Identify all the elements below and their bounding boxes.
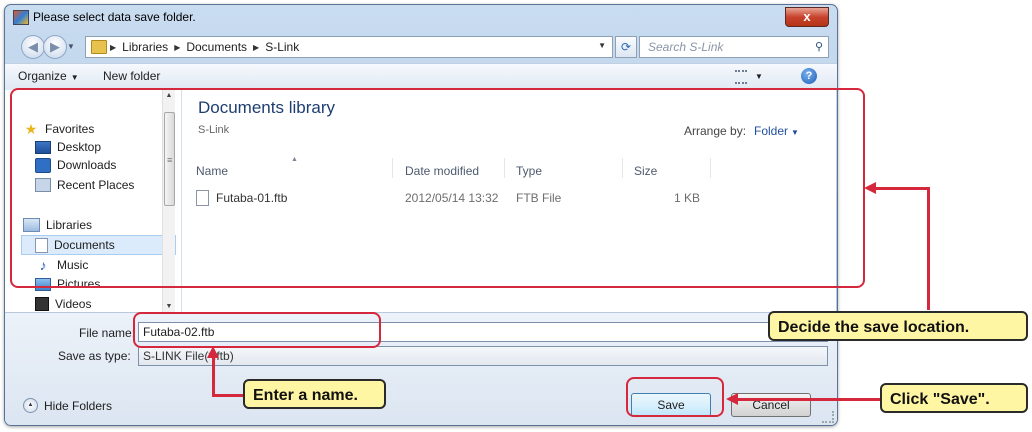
chevron-right-icon[interactable]: ▶	[253, 43, 259, 52]
address-bar[interactable]: ▶ Libraries ▶ Documents ▶ S-Link ▼	[85, 36, 613, 58]
help-icon[interactable]: ?	[801, 68, 817, 84]
save-arrow-line	[736, 398, 882, 401]
hide-folders-button[interactable]: ▲ Hide Folders	[23, 398, 112, 413]
cancel-button[interactable]: Cancel	[731, 393, 811, 417]
search-icon[interactable]: ⚲	[815, 40, 823, 53]
address-dropdown-icon[interactable]: ▼	[598, 41, 606, 50]
window-title: Please select data save folder.	[33, 10, 196, 24]
close-button[interactable]: x	[785, 7, 829, 27]
organize-button[interactable]: Organize ▼	[18, 69, 79, 83]
scroll-down-icon[interactable]: ▼	[163, 303, 175, 310]
chevron-right-icon[interactable]: ▶	[174, 43, 180, 52]
chevron-down-icon: ▼	[70, 73, 79, 82]
save-arrowhead-icon	[726, 393, 738, 405]
file-name-highlight	[133, 312, 381, 348]
back-arrow-icon: ◀	[28, 39, 38, 54]
nav-videos[interactable]: Videos	[35, 295, 91, 312]
view-dropdown-icon[interactable]: ▼	[755, 72, 763, 81]
crumb-libraries[interactable]: Libraries	[122, 40, 168, 54]
recent-locations-dropdown[interactable]: ▼	[67, 42, 75, 51]
save-location-highlight	[10, 88, 865, 288]
location-arrow-line	[876, 187, 930, 190]
chevron-right-icon[interactable]: ▶	[110, 43, 116, 52]
app-icon	[13, 10, 29, 25]
name-arrow-line	[212, 394, 244, 397]
new-folder-button[interactable]: New folder	[103, 69, 160, 83]
videos-icon	[35, 297, 49, 311]
save-type-label: Save as type:	[58, 349, 131, 363]
name-arrow-stem	[212, 356, 215, 396]
location-arrowhead-icon	[864, 182, 876, 194]
refresh-button[interactable]: ⟳	[615, 36, 637, 58]
folder-icon	[91, 40, 107, 54]
refresh-icon: ⟳	[620, 40, 632, 54]
address-row: ◀ ▶ ▼ ▶ Libraries ▶ Documents ▶ S-Link ▼…	[5, 33, 837, 63]
search-placeholder: Search S-Link	[648, 40, 724, 54]
location-arrow-stem	[927, 187, 930, 310]
callout-enter-name: Enter a name.	[243, 379, 386, 409]
crumb-s-link[interactable]: S-Link	[265, 40, 299, 54]
back-button[interactable]: ◀	[21, 35, 45, 59]
title-bar: Please select data save folder. x	[5, 5, 837, 29]
toolbar: Organize ▼ New folder ▼ ?	[5, 63, 837, 91]
callout-save-location: Decide the save location.	[768, 311, 1028, 341]
forward-button[interactable]: ▶	[43, 35, 67, 59]
collapse-up-icon: ▲	[23, 398, 38, 413]
crumb-documents[interactable]: Documents	[186, 40, 247, 54]
view-options-icon[interactable]	[735, 70, 747, 84]
breadcrumb: ▶ Libraries ▶ Documents ▶ S-Link	[110, 40, 299, 54]
name-arrowhead-icon	[207, 346, 219, 358]
save-button-highlight	[626, 377, 724, 417]
resize-grip-icon[interactable]	[822, 411, 834, 423]
search-input[interactable]: Search S-Link ⚲	[639, 36, 829, 58]
file-name-label: File name:	[79, 326, 136, 340]
callout-click-save: Click "Save".	[880, 383, 1028, 413]
save-type-select[interactable]: S-LINK File(*.ftb)	[138, 346, 828, 366]
forward-arrow-icon: ▶	[50, 39, 60, 54]
